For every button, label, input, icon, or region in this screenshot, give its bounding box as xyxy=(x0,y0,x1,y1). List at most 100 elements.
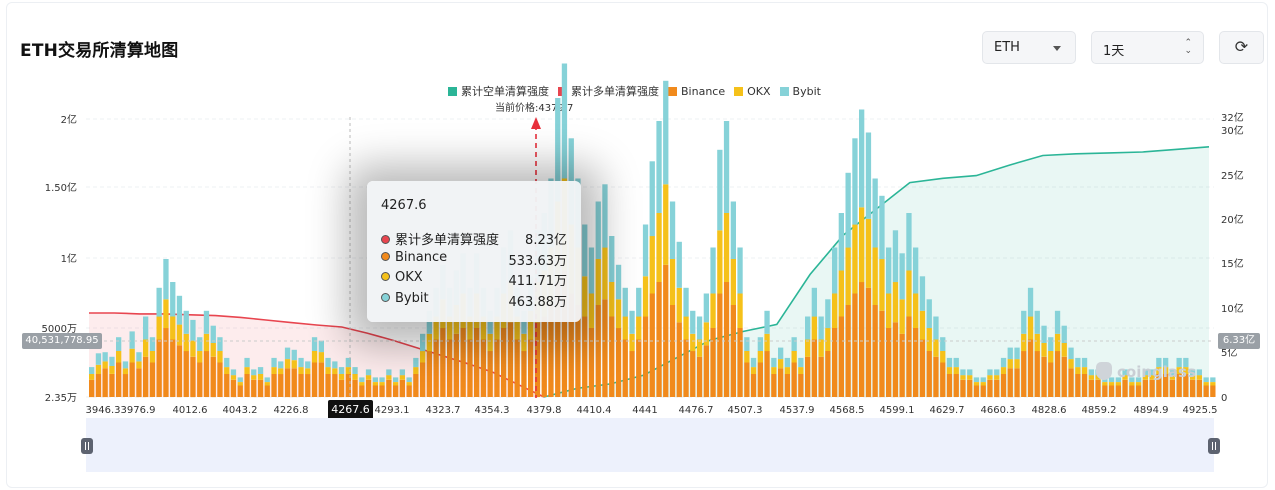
bar-binance xyxy=(183,351,189,397)
bar-okx xyxy=(737,293,743,328)
bar-okx xyxy=(1108,382,1115,386)
bar-bybit xyxy=(919,276,926,311)
bar-binance xyxy=(967,379,973,398)
x-tick: 4507.3 xyxy=(728,405,763,416)
bar-binance xyxy=(825,351,831,397)
bar-okx xyxy=(676,287,682,323)
bar-binance xyxy=(197,362,203,397)
x-tick: 4859.2 xyxy=(1082,405,1117,416)
bar-bybit xyxy=(946,357,953,368)
bar-bybit xyxy=(778,347,784,360)
bar-binance xyxy=(1041,356,1047,398)
bar-binance xyxy=(1014,368,1020,398)
bar-binance xyxy=(1102,385,1108,397)
bar-binance xyxy=(1135,385,1142,397)
bar-binance xyxy=(690,351,696,397)
bar-binance xyxy=(994,379,1000,398)
bar-okx xyxy=(987,375,993,380)
bar-bybit xyxy=(649,161,655,237)
bar-okx xyxy=(825,328,831,351)
x-tick: 4043.2 xyxy=(223,405,258,416)
bar-bybit xyxy=(933,316,939,340)
bar-okx xyxy=(136,361,142,369)
bar-okx xyxy=(764,333,770,352)
bar-okx xyxy=(960,375,966,380)
bar-binance xyxy=(480,339,487,397)
bar-bybit xyxy=(1068,347,1074,360)
bar-okx xyxy=(149,351,156,363)
bar-binance xyxy=(467,339,473,397)
bar-okx xyxy=(1007,359,1013,369)
bar-bybit xyxy=(210,325,216,343)
coinglass-logo-icon xyxy=(1096,362,1112,380)
tooltip-row: Bybit 463.88万 xyxy=(381,291,567,310)
bar-binance xyxy=(1027,339,1034,397)
bar-bybit xyxy=(1000,357,1007,368)
bar-okx xyxy=(784,367,790,374)
bar-binance xyxy=(960,379,966,398)
bar-bybit xyxy=(89,367,95,374)
bar-bybit xyxy=(1061,325,1067,343)
bar-binance xyxy=(852,293,858,397)
bar-bybit xyxy=(1021,310,1027,334)
slider-right-handle[interactable] xyxy=(1208,438,1220,454)
bar-okx xyxy=(109,365,115,374)
bar-binance xyxy=(1034,351,1040,397)
bar-binance xyxy=(595,305,601,397)
bar-okx xyxy=(156,316,162,340)
x-tick: 4599.1 xyxy=(880,405,915,416)
tooltip-price: 4267.6 xyxy=(381,198,427,213)
range-slider[interactable] xyxy=(86,418,1214,472)
bar-binance xyxy=(683,339,689,397)
bar-okx xyxy=(203,333,210,352)
bar-okx xyxy=(95,364,102,374)
bar-binance xyxy=(669,305,676,397)
bar-okx xyxy=(338,374,345,380)
bar-okx xyxy=(237,382,243,386)
bar-binance xyxy=(257,379,264,398)
x-tick: 4894.9 xyxy=(1134,405,1169,416)
tooltip-dot xyxy=(381,272,390,281)
x-tick: 4293.1 xyxy=(375,405,410,416)
bar-binance xyxy=(217,362,223,397)
bar-okx xyxy=(217,351,223,363)
y-right-tick: 32亿 xyxy=(1221,111,1244,124)
bar-binance xyxy=(325,374,331,397)
liquidation-chart[interactable]: 2亿1.50亿1亿5000万2.35万32亿30亿25亿20亿15亿10亿5亿0… xyxy=(0,0,1275,490)
bar-bybit xyxy=(730,201,736,259)
bar-bybit xyxy=(690,310,696,334)
chart-tooltip: 4267.6 累计多单清算强度 8.23亿 Binance 533.63万 OKX 411… xyxy=(367,181,581,322)
tooltip-dot xyxy=(381,292,390,302)
bar-okx xyxy=(926,328,932,351)
bar-binance xyxy=(1000,374,1007,397)
bar-okx xyxy=(89,374,95,380)
bar-okx xyxy=(406,382,412,386)
bar-okx xyxy=(143,339,149,357)
slider-left-handle[interactable] xyxy=(81,438,93,454)
bar-binance xyxy=(845,305,851,397)
bar-bybit xyxy=(723,121,730,213)
bar-binance xyxy=(1075,374,1081,397)
bar-binance xyxy=(372,385,378,397)
bar-okx xyxy=(744,351,750,363)
bar-okx xyxy=(940,351,946,363)
bar-okx xyxy=(129,348,135,363)
bar-bybit xyxy=(852,138,858,225)
x-tick: 4323.7 xyxy=(426,405,461,416)
bar-bybit xyxy=(717,149,723,231)
bar-binance xyxy=(1149,379,1155,398)
x-tick: 4441 xyxy=(632,405,657,416)
bar-bybit xyxy=(163,259,169,300)
bar-okx xyxy=(244,367,250,374)
bar-bybit xyxy=(771,357,777,368)
bar-bybit xyxy=(224,357,230,368)
y-right-tick: 10亿 xyxy=(1221,302,1244,315)
bar-bybit xyxy=(183,310,189,334)
bar-binance xyxy=(440,328,446,397)
bar-binance xyxy=(1054,351,1061,397)
bar-binance xyxy=(156,339,162,397)
bar-binance xyxy=(284,368,291,398)
bar-okx xyxy=(696,339,703,357)
bar-binance xyxy=(163,328,169,397)
bar-bybit xyxy=(805,316,811,340)
